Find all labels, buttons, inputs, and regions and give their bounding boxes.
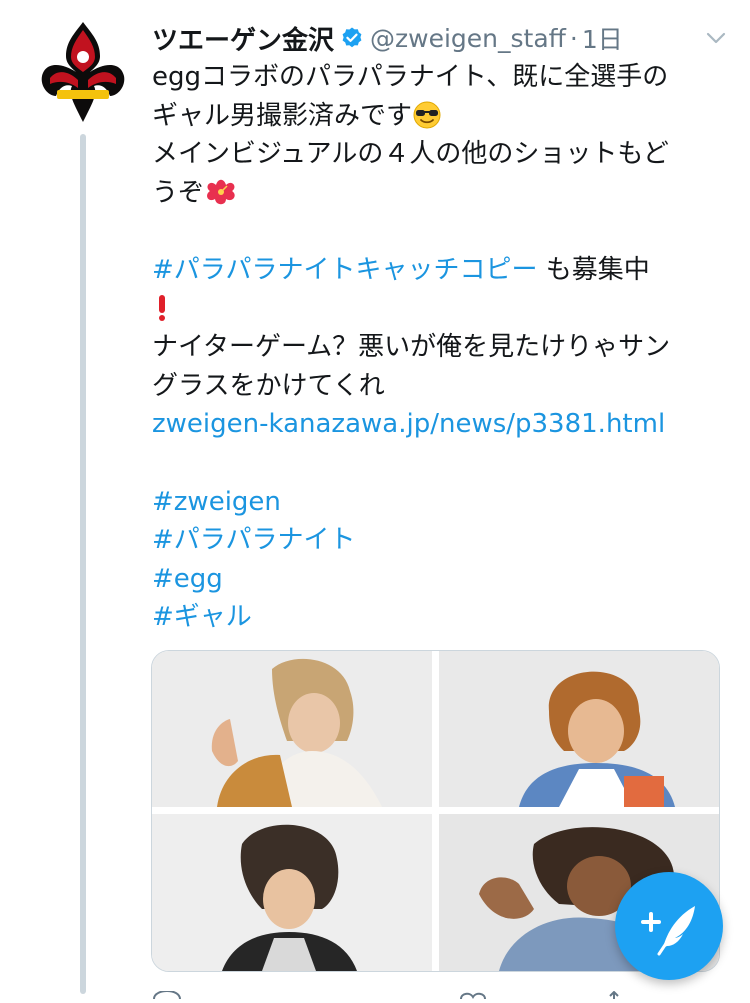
url-link[interactable]: zweigen-kanazawa.jp/news/p3381.html xyxy=(152,409,665,439)
tweet-text: eggコラボのパラパラナイト、既に全選手の ギャル男撮影済みです メインビジュア… xyxy=(152,58,722,637)
club-crest-logo xyxy=(41,22,125,122)
media-photo-3[interactable] xyxy=(152,814,432,971)
text-line: うぞ xyxy=(152,174,722,213)
hashtag-link[interactable]: #パラパラナイト xyxy=(152,525,356,555)
separator: · xyxy=(569,23,578,53)
avatar[interactable] xyxy=(40,20,126,124)
timestamp[interactable]: 1日 xyxy=(582,20,623,56)
text-line: グラスをかけてくれ xyxy=(152,370,385,401)
tweet-header: ツエーゲン金沢 @zweigen_staff · 1日 xyxy=(152,20,732,56)
handle[interactable]: @zweigen_staff xyxy=(370,24,566,53)
compose-tweet-icon xyxy=(641,906,695,956)
compose-tweet-button[interactable] xyxy=(615,872,723,980)
hashtag-link[interactable]: #egg xyxy=(152,564,223,594)
text-line: ギャル男撮影済みです xyxy=(152,97,722,136)
text-line: #zweigen xyxy=(152,483,722,522)
text-line: eggコラボのパラパラナイト、既に全選手の xyxy=(152,62,669,92)
media-photo-1[interactable] xyxy=(152,651,432,807)
text-line: ナイターゲーム？悪いが俺を見たけりゃサン xyxy=(152,332,671,363)
media-photo-2[interactable] xyxy=(439,651,719,807)
thread-line xyxy=(80,134,86,994)
hashtag-link[interactable]: #zweigen xyxy=(152,487,281,517)
text-line: #ギャル xyxy=(152,598,722,637)
display-name[interactable]: ツエーゲン金沢 xyxy=(152,20,334,57)
text-line: #egg xyxy=(152,560,722,599)
text-line: #パラパラナイトキャッチコピー も募集中 xyxy=(152,254,650,285)
text-line: zweigen-kanazawa.jp/news/p3381.html xyxy=(152,405,722,444)
hashtag-link[interactable]: #ギャル xyxy=(152,602,252,632)
hashtag-link[interactable]: #パラパラナイトキャッチコピー xyxy=(152,255,538,285)
exclamation-emoji xyxy=(152,290,722,329)
text-line: #パラパラナイト xyxy=(152,521,722,560)
hibiscus-emoji xyxy=(204,177,238,219)
chevron-down-icon[interactable] xyxy=(704,26,728,50)
text-line: メインビジュアルの４人の他のショットもど xyxy=(152,139,669,170)
verified-badge-icon xyxy=(340,26,364,50)
